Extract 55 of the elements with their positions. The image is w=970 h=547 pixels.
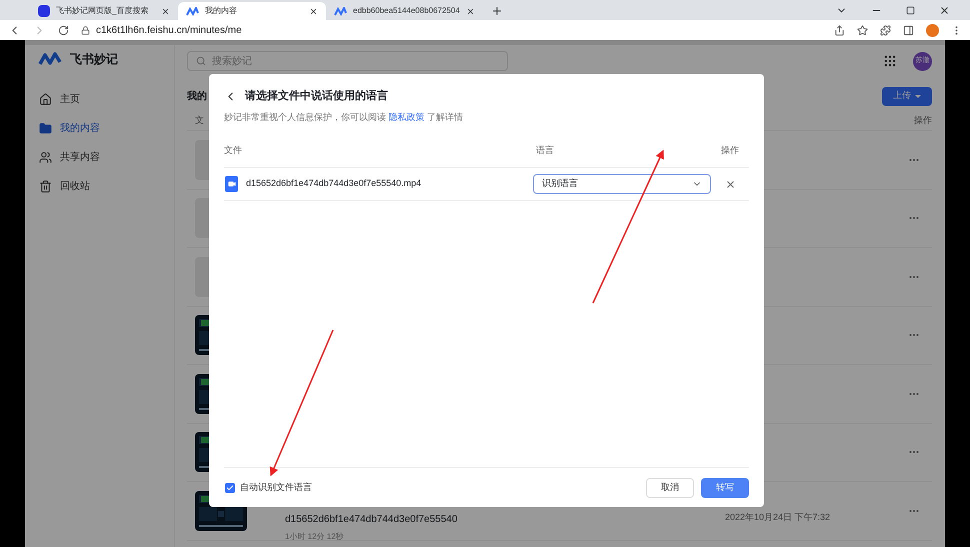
folder-icon: [39, 122, 52, 135]
tab-title: 我的内容: [205, 5, 238, 17]
new-tab-icon[interactable]: [490, 5, 503, 17]
extensions-icon[interactable]: [880, 24, 891, 36]
checkbox[interactable]: [225, 482, 235, 492]
home-icon: [39, 93, 52, 106]
app-logo-icon: [38, 52, 62, 66]
side-panel-icon[interactable]: [903, 24, 914, 36]
cancel-button[interactable]: 取消: [646, 478, 694, 498]
people-icon: [39, 151, 52, 164]
checkbox-label: 自动识别文件语言: [240, 480, 312, 494]
maximize-icon[interactable]: [906, 6, 915, 15]
profile-icon[interactable]: [926, 24, 939, 36]
search-icon: [196, 56, 206, 66]
privacy-notice: 妙记非常重视个人信息保护，你可以阅读 隐私政策 了解详情: [224, 110, 464, 124]
sidebar-item[interactable]: 回收站: [25, 172, 174, 201]
column-header: 文件: [224, 144, 243, 157]
tab-title: edbb60bea5144e08b0672504: [353, 5, 460, 17]
column-header: 文: [195, 114, 204, 127]
close-icon[interactable]: [309, 6, 318, 16]
browser-tab[interactable]: edbb60bea5144e08b0672504: [326, 2, 483, 20]
transcribe-button[interactable]: 转写: [701, 478, 749, 498]
close-icon[interactable]: [466, 6, 475, 16]
recording-title[interactable]: d15652d6bf1e474db744d3e0f7e55540: [285, 512, 458, 528]
video-file-icon: [225, 176, 238, 192]
bookmark-icon[interactable]: [857, 24, 868, 36]
reload-icon[interactable]: [58, 24, 69, 36]
column-header: 操作: [721, 144, 740, 157]
app-name: 飞书妙记: [70, 51, 118, 68]
file-name: d15652d6bf1e474db744d3e0f7e55540.mp4: [246, 177, 422, 190]
privacy-policy-link[interactable]: 隐私政策: [388, 112, 425, 122]
close-icon[interactable]: [939, 5, 950, 16]
language-select[interactable]: 识别语言: [533, 174, 711, 194]
browser-tab[interactable]: 我的内容: [178, 2, 326, 20]
page-title: 我的: [187, 90, 207, 104]
upload-button[interactable]: 上传: [882, 86, 932, 106]
wave-logo-icon: [334, 6, 347, 16]
tab-title: 飞书妙记网页版_百度搜索: [56, 5, 150, 17]
wave-logo-icon: [186, 6, 199, 16]
lock-icon: [81, 26, 90, 34]
sidebar-item[interactable]: 共享内容: [25, 143, 174, 172]
apps-grid-icon[interactable]: [883, 54, 897, 68]
dialog-title: 请选择文件中说话使用的语言: [245, 88, 388, 104]
share-icon[interactable]: [834, 24, 845, 36]
close-icon[interactable]: [161, 6, 170, 16]
sidebar-item[interactable]: 我的内容: [25, 114, 174, 143]
recording-date: 2022年10月24日 下午7:32: [724, 511, 830, 524]
recording-duration: 1小时 12分 12秒: [285, 531, 345, 544]
sidebar-item[interactable]: 主页: [25, 85, 174, 114]
column-header: 语言: [536, 144, 555, 157]
trash-icon: [39, 180, 52, 193]
browser-tab[interactable]: 飞书妙记网页版_百度搜索: [30, 2, 178, 20]
remove-icon[interactable]: [725, 178, 736, 190]
address-field[interactable]: c1k6t1lh6n.feishu.cn/minutes/me: [96, 22, 242, 38]
column-header: 操作: [914, 114, 932, 127]
